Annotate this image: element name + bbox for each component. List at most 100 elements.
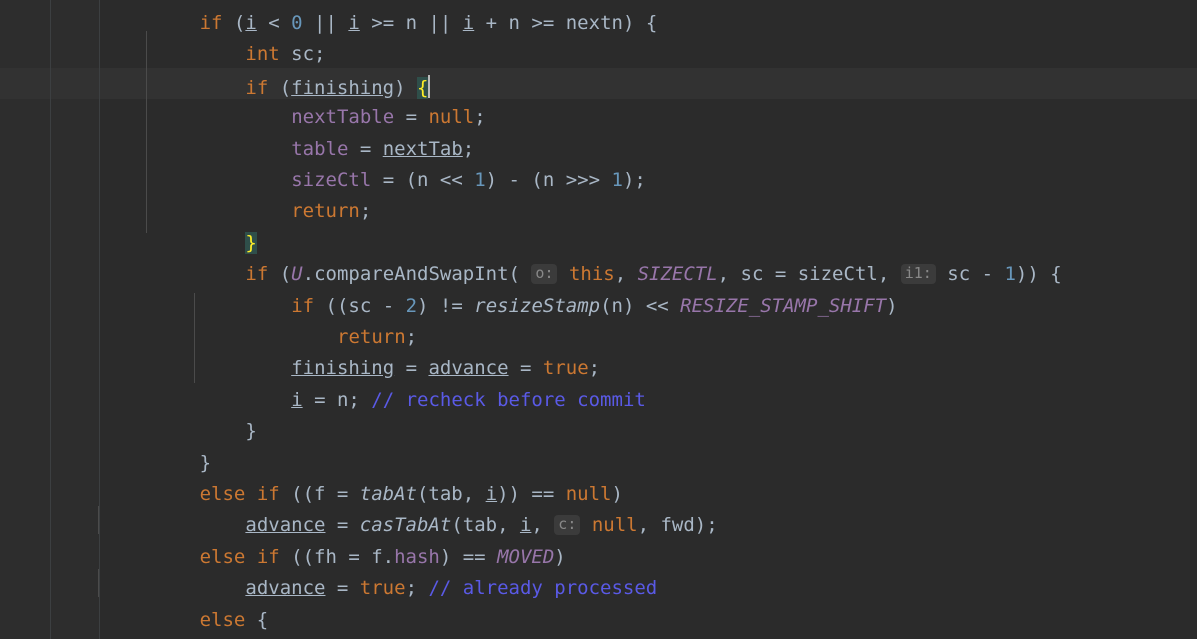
code-token: ) — [886, 294, 898, 317]
code-line[interactable]: sizeCtl = (n << 1) - (n >>> 1); — [283, 165, 646, 196]
code-token: = — [325, 577, 360, 600]
code-line[interactable]: nextTable = null; — [283, 102, 486, 133]
keyword-token: null — [591, 514, 638, 537]
code-token: ((sc - — [314, 294, 406, 317]
local-variable-token: finishing — [291, 76, 395, 99]
local-variable-token: finishing — [291, 357, 395, 380]
code-token: ((f = — [279, 483, 360, 505]
code-line[interactable]: finishing = advance = true; — [283, 353, 600, 384]
code-token: )) { — [1015, 263, 1062, 286]
code-line[interactable]: advance = true; // already processed — [237, 573, 657, 604]
field-token: MOVED — [497, 545, 555, 568]
field-token: nextTable — [291, 106, 395, 129]
code-token: )) == — [497, 483, 566, 505]
code-token: ) - (n >>> — [485, 169, 612, 191]
field-token: hash — [394, 545, 440, 568]
code-token: >= n || — [359, 12, 463, 34]
code-editor[interactable]: if (i < 0 || i >= n || i + n >= nextn) {… — [0, 0, 1197, 639]
matching-brace-highlight: } — [245, 231, 257, 254]
local-variable-token: nextTab — [382, 137, 463, 160]
code-line[interactable]: else if ((fh = f.hash) == MOVED) — [192, 542, 566, 573]
field-token: U — [291, 263, 303, 286]
code-line[interactable]: if (i < 0 || i >= n || i + n >= nextn) { — [192, 8, 658, 39]
code-token: (tab, — [416, 483, 486, 505]
code-token: ; — [588, 357, 601, 380]
keyword-token: else — [199, 483, 246, 505]
code-token: , sc = sizeCtl, — [717, 263, 901, 286]
code-token: ) — [611, 483, 623, 505]
field-token: SIZECTL — [637, 263, 718, 286]
number-token: 1 — [474, 169, 486, 191]
code-line[interactable]: advance = casTabAt(tab, i, c: null, fwd)… — [237, 510, 717, 541]
code-token: = — [348, 137, 383, 160]
code-token: ( — [222, 12, 246, 34]
code-line[interactable]: if ((sc - 2) != resizeStamp(n) << RESIZE… — [283, 291, 897, 322]
local-variable-token: i — [348, 12, 360, 34]
code-line[interactable]: return; — [329, 322, 417, 353]
local-variable-token: advance — [245, 514, 326, 537]
code-line[interactable]: else { — [192, 605, 269, 636]
code-line[interactable]: i = n; // recheck before commit — [283, 385, 646, 416]
number-token: 0 — [291, 12, 303, 34]
keyword-token: this — [568, 263, 615, 286]
keyword-token: if — [291, 294, 315, 317]
code-line[interactable]: table = nextTab; — [283, 134, 474, 165]
code-line[interactable]: } — [237, 228, 257, 259]
code-token: ) == — [439, 545, 498, 568]
code-line[interactable]: } — [192, 448, 211, 479]
code-token: (tab, — [451, 514, 520, 537]
code-token: } — [199, 451, 212, 474]
keyword-token: true — [359, 577, 406, 600]
inlay-parameter-hint[interactable]: i1: — [900, 264, 936, 285]
keyword-token: true — [542, 357, 589, 380]
code-line[interactable]: } — [237, 416, 256, 447]
code-token: ( — [268, 76, 292, 99]
code-token: ((fh = f. — [279, 545, 395, 568]
number-token: 1 — [1004, 263, 1016, 286]
keyword-token: else — [199, 608, 246, 631]
local-variable-token: i — [519, 514, 532, 537]
code-token: ; — [462, 137, 475, 160]
code-line[interactable]: return; — [283, 196, 371, 227]
code-token: , fwd); — [637, 514, 718, 537]
inlay-parameter-hint[interactable]: o: — [531, 264, 558, 285]
local-variable-token: i — [245, 12, 257, 34]
code-token: , — [614, 263, 638, 286]
code-comment: // already processed — [428, 577, 658, 600]
matching-brace-highlight: { — [417, 76, 429, 99]
code-token: ( — [268, 263, 292, 286]
field-token: table — [291, 137, 349, 160]
inlay-parameter-hint[interactable]: c: — [554, 515, 581, 536]
method-token: tabAt — [359, 483, 417, 505]
field-token: sizeCtl — [291, 169, 372, 191]
code-token: = — [394, 357, 429, 380]
code-token: { — [245, 608, 269, 631]
code-line[interactable]: if (U.compareAndSwapInt( o: this, SIZECT… — [237, 259, 1061, 290]
keyword-token: if — [245, 263, 269, 286]
code-line[interactable]: if (finishing) { — [237, 71, 431, 102]
field-token: RESIZE_STAMP_SHIFT — [680, 294, 887, 317]
code-token: ; — [405, 577, 429, 600]
code-token: (n) << — [600, 294, 681, 317]
local-variable-token: i — [485, 483, 498, 505]
keyword-token: null — [428, 106, 475, 129]
code-token: = n; — [302, 388, 372, 411]
code-token: = (n << — [371, 169, 475, 191]
code-token: = — [508, 357, 543, 380]
code-token: ) — [554, 545, 566, 568]
code-line[interactable]: else if ((f = tabAt(tab, i)) == null) — [192, 479, 623, 510]
code-token: ; — [405, 326, 418, 348]
code-token: ); — [622, 169, 646, 191]
code-token: sc - — [947, 263, 1005, 286]
keyword-token: int — [245, 43, 280, 66]
method-token: resizeStamp — [474, 294, 601, 317]
keyword-token: else — [199, 545, 246, 568]
local-variable-token: advance — [428, 357, 509, 380]
code-line[interactable]: int sc; — [237, 39, 325, 70]
code-token: ; — [359, 200, 372, 223]
code-text-area[interactable]: if (i < 0 || i >= n || i + n >= nextn) {… — [0, 0, 1197, 639]
